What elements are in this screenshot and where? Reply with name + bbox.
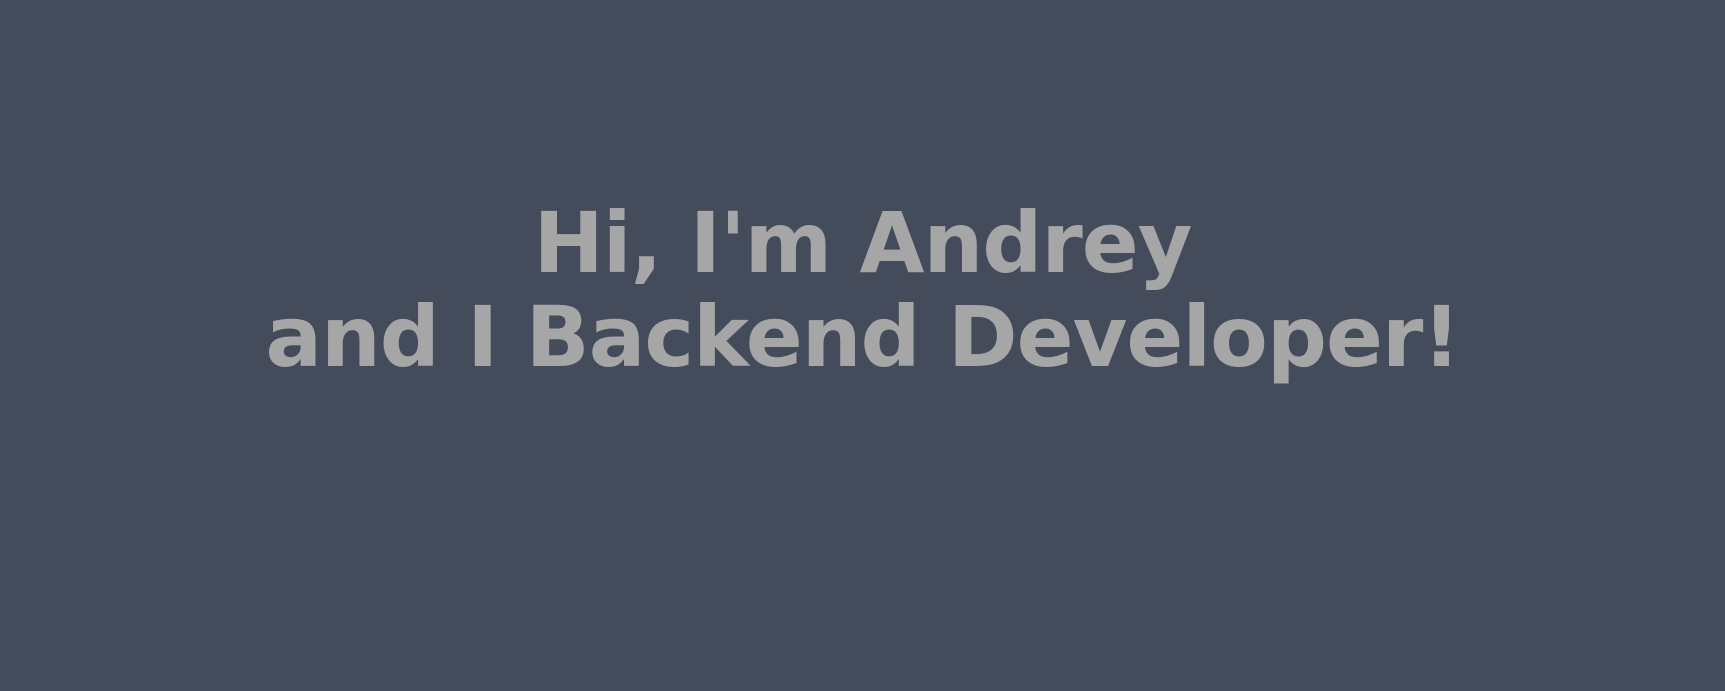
hero-heading: Hi, I'm Andrey and I Backend Developer! — [0, 196, 1725, 384]
hero-role-line: and I Backend Developer! — [265, 288, 1460, 386]
hero-section: Hi, I'm Andrey and I Backend Developer! — [0, 0, 1725, 691]
hero-greeting-line: Hi, I'm Andrey — [533, 194, 1192, 292]
